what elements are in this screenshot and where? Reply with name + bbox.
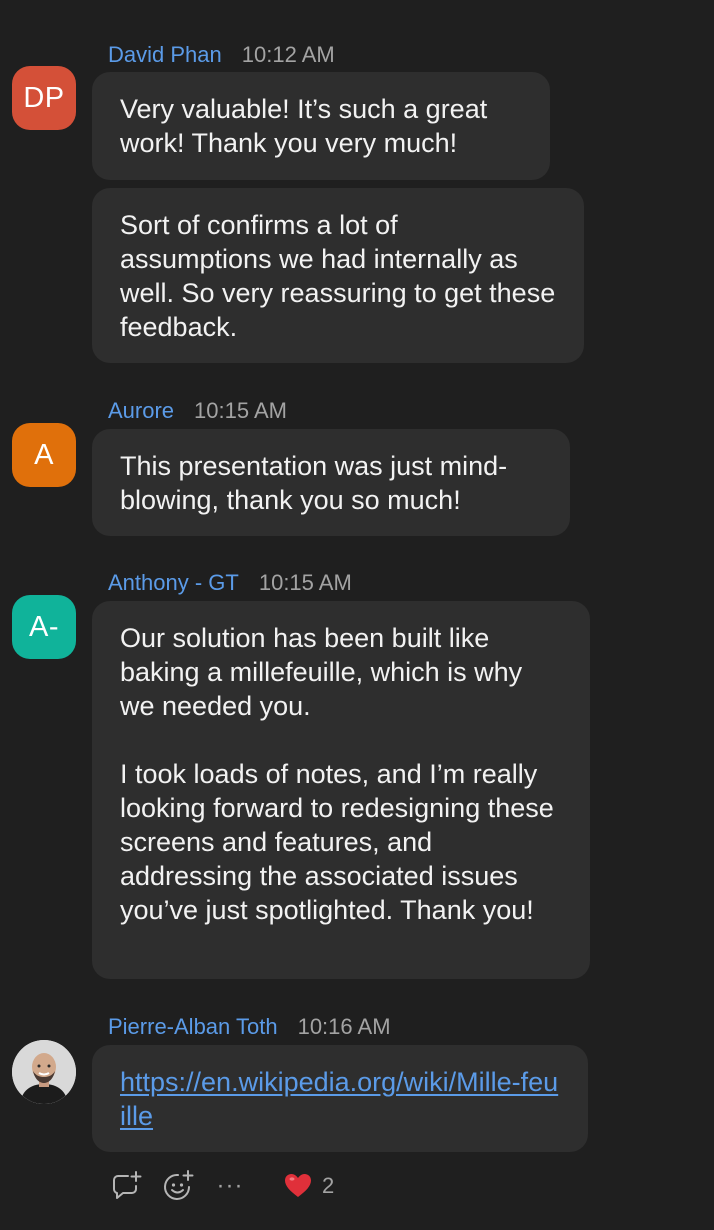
- emoji-plus-icon: [164, 1170, 194, 1200]
- more-options-button[interactable]: ···: [212, 1168, 248, 1204]
- avatar[interactable]: A-: [12, 595, 76, 659]
- profile-photo-icon: [12, 1040, 76, 1104]
- message-timestamp: 10:15 AM: [258, 570, 352, 595]
- avatar[interactable]: DP: [12, 66, 76, 130]
- message-bubble[interactable]: Very valuable! It’s such a great work! T…: [92, 72, 550, 180]
- avatar[interactable]: A: [12, 423, 76, 487]
- message-text: I took loads of notes, and I’m really lo…: [120, 759, 554, 925]
- message-bubble[interactable]: https://en.wikipedia.org/wiki/Mille-feui…: [92, 1045, 588, 1152]
- message-header: David Phan 10:12 AM: [108, 41, 335, 69]
- message-bubble[interactable]: Our solution has been built like baking …: [92, 601, 590, 979]
- message-header: Aurore 10:15 AM: [108, 397, 287, 425]
- add-reaction-button[interactable]: [160, 1168, 196, 1204]
- reply-plus-icon: [113, 1171, 142, 1199]
- message-bubble[interactable]: This presentation was just mind-blowing,…: [92, 429, 570, 536]
- heart-icon: [285, 1174, 311, 1197]
- more-options-icon: ···: [216, 1172, 244, 1199]
- heart-reaction[interactable]: 2: [284, 1173, 334, 1199]
- sender-name[interactable]: Aurore: [108, 398, 174, 423]
- chat-thread: David Phan 10:12 AM DP Very valuable! It’…: [0, 0, 714, 1230]
- message-timestamp: 10:12 AM: [241, 42, 335, 67]
- message-actions: ··· 2: [108, 1168, 334, 1204]
- message-header: Anthony - GT 10:15 AM: [108, 569, 352, 597]
- sender-name[interactable]: Anthony - GT: [108, 570, 239, 595]
- message-text: Very valuable! It’s such a great work! T…: [120, 94, 488, 158]
- avatar-initials: A-: [29, 610, 59, 643]
- avatar-initials: A: [34, 438, 54, 471]
- sender-name[interactable]: Pierre-Alban Toth: [108, 1014, 278, 1039]
- message-text: This presentation was just mind-blowing,…: [120, 451, 508, 515]
- reply-button[interactable]: [108, 1168, 144, 1204]
- message-text: Our solution has been built like baking …: [120, 623, 523, 721]
- sender-name[interactable]: David Phan: [108, 42, 222, 67]
- avatar-photo[interactable]: [12, 1040, 76, 1104]
- reaction-count: 2: [322, 1173, 335, 1198]
- message-bubble[interactable]: Sort of confirms a lot of assumptions we…: [92, 188, 584, 363]
- avatar-initials: DP: [23, 81, 65, 114]
- message-header: Pierre-Alban Toth 10:16 AM: [108, 1013, 391, 1041]
- message-timestamp: 10:16 AM: [297, 1014, 391, 1039]
- wikipedia-link[interactable]: https://en.wikipedia.org/wiki/Mille-feui…: [120, 1067, 558, 1131]
- message-timestamp: 10:15 AM: [194, 398, 287, 423]
- message-text: Sort of confirms a lot of assumptions we…: [120, 210, 556, 342]
